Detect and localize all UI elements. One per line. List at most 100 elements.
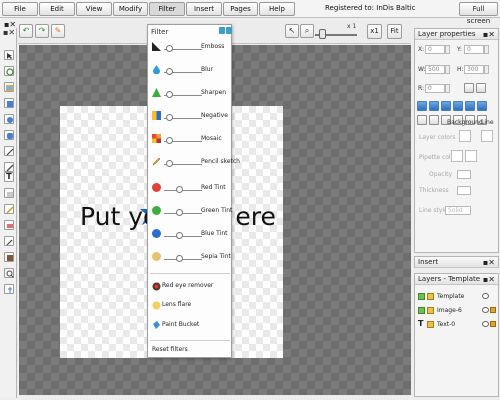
sepia-tint-slider-handle[interactable] [176, 255, 183, 262]
layers-panel-controls-icon[interactable]: ▪✕ [483, 274, 495, 285]
filter-mosaic[interactable]: Mosaic [148, 129, 232, 149]
filter-blue-tint[interactable]: Blue Tint [148, 224, 232, 244]
menu-edit[interactable]: Edit [39, 2, 75, 16]
reset-filters-item[interactable]: Reset filters [152, 346, 188, 353]
pipette-tool-icon[interactable] [4, 236, 14, 246]
pen-tool-icon[interactable] [4, 162, 14, 172]
height-field[interactable]: 300 [464, 65, 484, 74]
layer-row-text[interactable]: T Text-0 [415, 318, 498, 332]
rotate-left-icon[interactable] [464, 83, 474, 93]
hand-tool-icon[interactable] [4, 284, 14, 294]
height-spinner[interactable] [484, 65, 489, 74]
fill-tool-icon[interactable] [4, 188, 14, 198]
filter-lens-flare[interactable]: Lens flare [148, 297, 232, 313]
visibility-icon[interactable] [482, 321, 489, 327]
width-field[interactable]: 500 [425, 65, 445, 74]
blue-tint-slider[interactable] [164, 236, 202, 237]
line-color-swatch[interactable] [481, 130, 493, 142]
brush-tool-icon[interactable] [4, 204, 14, 214]
mosaic-slider-handle[interactable] [166, 137, 173, 144]
rounded-rect-tool-icon[interactable] [4, 130, 14, 140]
menu-pin-icon[interactable] [219, 27, 225, 34]
filter-sepia-tint[interactable]: Sepia Tint [148, 247, 232, 267]
pipette-line-swatch[interactable] [465, 150, 477, 162]
text-tool-icon[interactable]: T [4, 172, 14, 182]
menu-close-icon[interactable] [226, 27, 232, 34]
rotation-field[interactable]: 0 [425, 84, 445, 93]
align-top-icon[interactable] [453, 101, 463, 111]
align-middle-icon[interactable] [465, 101, 475, 111]
background-color-swatch[interactable] [459, 130, 471, 142]
filter-pencil-sketch[interactable]: Pencil sketch [148, 152, 240, 172]
brush-icon[interactable]: ✎ [51, 24, 65, 38]
opacity-field[interactable] [457, 170, 471, 179]
close-icon[interactable]: ▪✕ [3, 28, 15, 37]
zoom-1x-button[interactable]: x1 [367, 24, 382, 39]
layer-row-image[interactable]: Image-6 [415, 304, 498, 318]
align-right-icon[interactable] [441, 101, 451, 111]
sepia-tint-slider[interactable] [164, 259, 202, 260]
pipette-bg-swatch[interactable] [451, 150, 463, 162]
filter-red-eye-remover[interactable]: Red eye remover [148, 278, 232, 294]
panel-controls-icon[interactable]: ▪✕ [483, 29, 495, 40]
insert-panel-controls-icon[interactable]: ▪✕ [483, 257, 495, 268]
menu-help[interactable]: Help [259, 2, 295, 16]
filter-blur[interactable]: Blur [148, 60, 232, 80]
red-tint-slider-handle[interactable] [176, 186, 183, 193]
x-field[interactable]: 0 [425, 45, 445, 54]
lock-icon[interactable] [490, 321, 496, 327]
menu-file[interactable]: File [2, 2, 38, 16]
menu-filter[interactable]: Filter [149, 2, 185, 16]
width-spinner[interactable] [445, 65, 450, 74]
send-backward-icon[interactable] [429, 115, 439, 125]
redo-icon[interactable]: ↷ [35, 24, 49, 38]
layer-row-template[interactable]: Template [415, 290, 498, 304]
blur-slider-handle[interactable] [166, 68, 173, 75]
filter-sharpen[interactable]: Sharpen [148, 83, 232, 103]
align-center-icon[interactable] [429, 101, 439, 111]
zoom-tool-icon[interactable] [4, 268, 14, 278]
green-tint-slider[interactable] [164, 213, 202, 214]
menu-insert[interactable]: Insert [186, 2, 222, 16]
align-bottom-icon[interactable] [477, 101, 487, 111]
rotate-tool-icon[interactable] [4, 66, 14, 76]
blue-tint-slider-handle[interactable] [176, 232, 183, 239]
y-spinner[interactable] [484, 45, 489, 54]
image-tool-icon[interactable] [4, 82, 14, 92]
menu-modify[interactable]: Modify [113, 2, 148, 16]
visibility-icon[interactable] [482, 293, 489, 299]
menu-view[interactable]: View [76, 2, 112, 16]
select-tool-icon[interactable] [4, 50, 14, 60]
line-style-select[interactable]: Solid [445, 206, 471, 215]
eraser-tool-icon[interactable] [4, 220, 14, 230]
filter-paint-bucket[interactable]: Paint Bucket [148, 317, 232, 333]
rotate-right-icon[interactable] [476, 83, 486, 93]
filter-green-tint[interactable]: Green Tint [148, 201, 232, 221]
lock-icon[interactable] [490, 307, 496, 313]
pointer-icon[interactable]: ↖ [285, 24, 299, 38]
bring-forward-icon[interactable] [417, 115, 427, 125]
filter-negative[interactable]: Negative [148, 106, 232, 126]
rectangle-tool-icon[interactable] [4, 98, 14, 108]
align-left-icon[interactable] [417, 101, 427, 111]
negative-slider-handle[interactable] [166, 114, 173, 121]
filter-emboss[interactable]: Emboss [148, 37, 232, 57]
emboss-slider-handle[interactable] [166, 45, 173, 52]
menu-pages[interactable]: Pages [223, 2, 258, 16]
line-tool-icon[interactable] [4, 146, 14, 156]
undo-icon[interactable]: ↶ [19, 24, 33, 38]
green-tint-slider-handle[interactable] [176, 209, 183, 216]
panel-close-icon[interactable]: ▪✕ [4, 20, 16, 29]
clone-tool-icon[interactable] [4, 252, 14, 262]
ellipse-tool-icon[interactable] [4, 114, 14, 124]
insert-header[interactable]: Insert ▪✕ [415, 257, 498, 268]
pencil-sketch-slider-handle[interactable] [166, 160, 173, 167]
sharpen-slider-handle[interactable] [166, 91, 173, 98]
red-tint-slider[interactable] [164, 190, 202, 191]
thickness-field[interactable] [457, 186, 471, 195]
zoom-slider-handle[interactable] [319, 29, 326, 39]
filter-red-tint[interactable]: Red Tint [148, 178, 232, 198]
fullscreen-button[interactable]: Full screen [459, 2, 498, 25]
zoom-icon[interactable]: ⌕ [300, 24, 314, 38]
visibility-icon[interactable] [482, 307, 489, 313]
